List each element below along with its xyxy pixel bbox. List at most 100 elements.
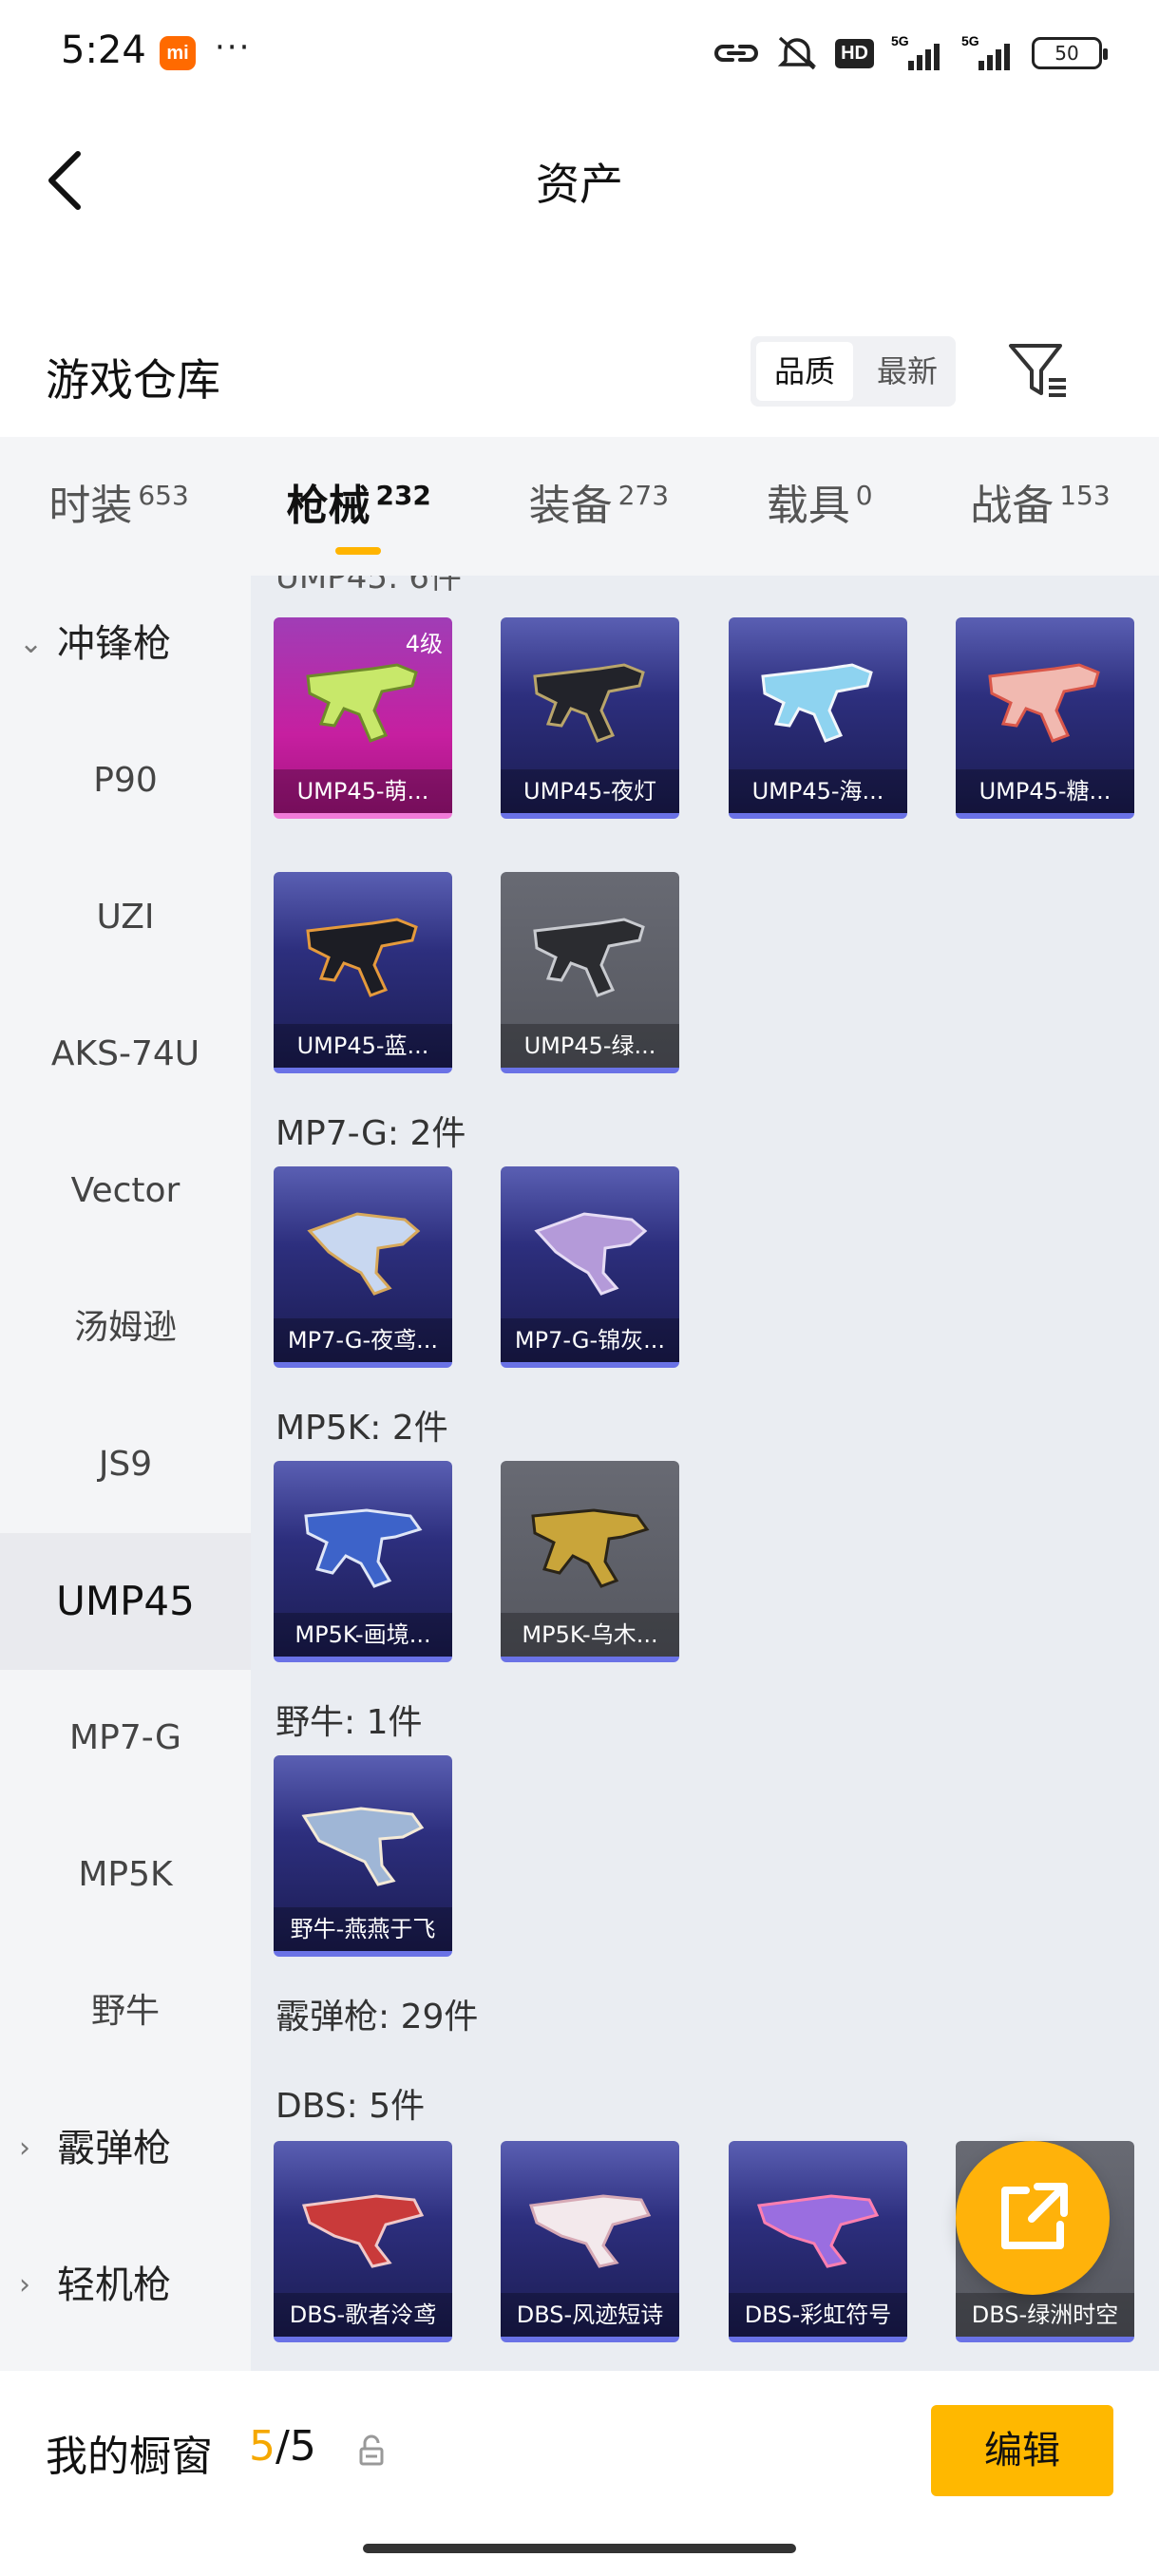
chevron-right-icon: › [19, 2268, 30, 2301]
tab-label: 战备 [970, 482, 1054, 530]
tab-firearms[interactable]: 枪械 232 [286, 471, 431, 555]
weapon-grid: UMP45: 6件 4级 UMP45-萌... UMP45-夜灯 UMP45-海… [251, 576, 1159, 2371]
sidebar-item-aks74u[interactable]: AKS-74U [0, 986, 251, 1123]
sidebar-group-lmg[interactable]: › 轻机枪 [0, 2217, 251, 2354]
skin-card[interactable]: UMP45-蓝... [274, 872, 452, 1073]
sidebar-group-smg[interactable]: ⌄ 冲锋枪 [0, 576, 251, 712]
page-title: 资产 [536, 159, 623, 210]
skin-card[interactable]: DBS-风迹短诗 [501, 2141, 679, 2342]
tab-label: 时装 [48, 482, 133, 530]
chevron-right-icon: › [19, 2131, 30, 2165]
status-time: 5:24 [61, 28, 146, 72]
smg-skin-icon [304, 1508, 423, 1588]
skin-card[interactable]: 4级 UMP45-萌... [274, 617, 452, 819]
sidebar-item-p90[interactable]: P90 [0, 712, 251, 849]
skin-name: MP7-G-锦灰... [501, 1318, 679, 1362]
mute-icon [777, 36, 817, 70]
tab-count: 153 [1059, 480, 1111, 512]
skin-name: MP5K-乌木... [501, 1613, 679, 1657]
section-title-mp5k: MP5K: 2件 [276, 1409, 448, 1448]
sidebar-item-mp7g[interactable]: MP7-G [0, 1670, 251, 1807]
sidebar-item-bison[interactable]: 野牛 [0, 1943, 251, 2080]
sidebar-group-label: 霰弹枪 [57, 2127, 171, 2170]
skin-name: UMP45-夜灯 [501, 769, 679, 813]
shotgun-skin-icon [757, 2194, 880, 2268]
sort-by-newest[interactable]: 最新 [859, 336, 956, 407]
skin-card[interactable]: 野牛-燕燕于飞 [274, 1755, 452, 1957]
weapon-sidebar: ⌄ 冲锋枪 P90 UZI AKS-74U Vector 汤姆逊 JS9 UMP… [0, 576, 251, 2371]
sidebar-group-label: 轻机枪 [57, 2263, 171, 2307]
smg-skin-icon [988, 663, 1100, 743]
skin-name: UMP45-萌... [274, 769, 452, 813]
skin-name: DBS-歌者泠鸢 [274, 2293, 452, 2337]
skin-name: UMP45-糖... [956, 769, 1134, 813]
sidebar-item-vector[interactable]: Vector [0, 1123, 251, 1260]
tab-label: 载具 [766, 482, 850, 530]
svg-text:5G: 5G [961, 34, 979, 48]
link-icon [714, 45, 759, 62]
skin-name: UMP45-蓝... [274, 1024, 452, 1068]
skin-card[interactable]: MP5K-乌木... [501, 1461, 679, 1662]
skin-card[interactable]: MP7-G-夜鸢... [274, 1166, 452, 1368]
tab-label: 装备 [528, 482, 613, 530]
edit-button[interactable]: 编辑 [931, 2405, 1113, 2496]
tab-equipment[interactable]: 装备 273 [529, 471, 669, 532]
more-notifications-icon: ··· [215, 28, 252, 66]
shotgun-skin-icon [529, 2194, 652, 2268]
warehouse-title: 游戏仓库 [46, 354, 220, 406]
skin-card[interactable]: UMP45-夜灯 [501, 617, 679, 819]
sort-toggle: 品质 最新 [750, 336, 956, 407]
tab-outfits[interactable]: 时装 653 [48, 471, 188, 532]
skin-card[interactable]: UMP45-海... [729, 617, 907, 819]
skin-name: MP5K-画境... [274, 1613, 452, 1657]
smg-skin-icon [533, 663, 645, 743]
warehouse-header: 游戏仓库 品质 最新 [0, 323, 1159, 437]
skin-name: 野牛-燕燕于飞 [274, 1907, 452, 1951]
section-title-mp7g: MP7-G: 2件 [276, 1114, 466, 1153]
status-icons: HD 5G 5G 50 [713, 34, 1108, 72]
skin-card[interactable]: DBS-彩虹符号 [729, 2141, 907, 2342]
tab-vehicles[interactable]: 载具 0 [767, 471, 873, 532]
skin-name: UMP45-绿... [501, 1024, 679, 1068]
sort-by-quality[interactable]: 品质 [756, 342, 853, 401]
smg-skin-icon [306, 918, 418, 997]
smg-skin-icon [306, 663, 418, 743]
section-title-bison: 野牛: 1件 [276, 1703, 423, 1742]
tab-count: 273 [618, 480, 670, 512]
skin-card[interactable]: MP7-G-锦灰... [501, 1166, 679, 1368]
share-button[interactable] [956, 2141, 1110, 2295]
share-external-icon [1001, 2183, 1068, 2249]
skin-card[interactable]: UMP45-绿... [501, 872, 679, 1073]
smg-skin-icon [534, 1212, 648, 1296]
skin-card[interactable]: UMP45-糖... [956, 617, 1134, 819]
smg-skin-icon [761, 663, 873, 743]
sidebar-item-ump45[interactable]: UMP45 [0, 1533, 251, 1670]
skin-card[interactable]: MP5K-画境... [274, 1461, 452, 1662]
skin-name: DBS-彩虹符号 [729, 2293, 907, 2337]
home-indicator[interactable] [363, 2544, 796, 2553]
sidebar-group-shotgun[interactable]: › 霰弹枪 [0, 2080, 251, 2217]
sidebar-item-uzi[interactable]: UZI [0, 849, 251, 986]
battery-icon: 50 [1032, 37, 1108, 69]
skin-level: 4级 [405, 631, 443, 657]
sidebar-item-mp5k[interactable]: MP5K [0, 1807, 251, 1943]
signal-5g-icon-2: 5G [961, 34, 1010, 70]
sidebar-item-thompson[interactable]: 汤姆逊 [0, 1260, 251, 1396]
smg-skin-icon [531, 1508, 650, 1588]
section-title-ump45: UMP45: 6件 [276, 576, 462, 597]
section-title-dbs: DBS: 5件 [276, 2087, 426, 2126]
tab-count: 0 [855, 480, 873, 512]
skin-card[interactable]: DBS-歌者泠鸢 [274, 2141, 452, 2342]
category-tabs: 时装 653 枪械 232 装备 273 载具 0 战备 153 [0, 437, 1159, 576]
smg-skin-icon [307, 1212, 421, 1296]
filter-button[interactable] [1003, 338, 1072, 405]
signal-5g-icon: 5G [891, 34, 940, 70]
tab-count: 232 [375, 480, 431, 512]
skin-name: DBS-绿洲时空 [956, 2293, 1134, 2337]
hd-voice-icon: HD [835, 38, 874, 68]
tab-supplies[interactable]: 战备 153 [970, 471, 1110, 532]
filter-icon [1009, 344, 1066, 397]
skin-name: DBS-风迹短诗 [501, 2293, 679, 2337]
sidebar-item-js9[interactable]: JS9 [0, 1396, 251, 1533]
mi-app-icon: mi [160, 36, 196, 70]
